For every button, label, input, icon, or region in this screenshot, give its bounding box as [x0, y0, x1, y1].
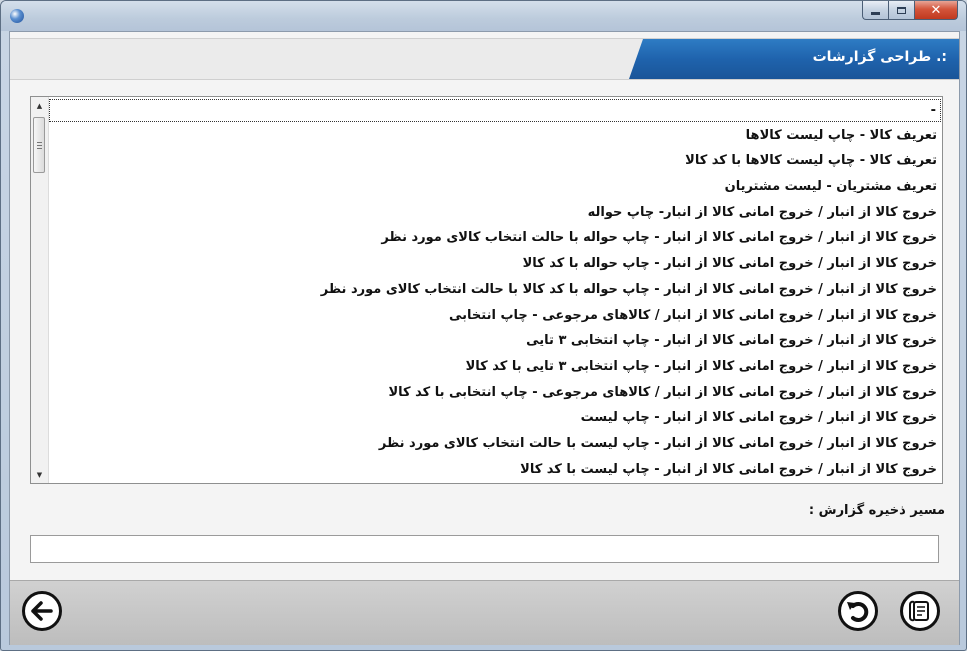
minimize-icon — [871, 11, 880, 15]
list-item[interactable]: خروج کالا از انبار / خروج امانی کالا از … — [49, 405, 941, 431]
minimize-button[interactable] — [862, 1, 888, 20]
list-item[interactable]: خروج کالا از انبار / خروج امانی کالا از … — [49, 431, 941, 457]
thumb-grip — [37, 145, 42, 146]
list-scrollbar[interactable]: ▲ ▼ — [31, 97, 49, 483]
title-bar[interactable]: ✕ — [1, 1, 966, 31]
scroll-thumb[interactable] — [33, 117, 45, 173]
back-button[interactable] — [22, 591, 62, 631]
dialog-client-area: :. طراحی گزارشات ▲ ▼ - تعریف کالا - چاپ … — [9, 31, 960, 645]
header-title-box: :. طراحی گزارشات — [629, 39, 959, 79]
save-path-label: مسیر ذخیره گزارش : — [808, 503, 945, 518]
maximize-button[interactable] — [888, 1, 914, 20]
list-item[interactable]: تعریف کالا - چاپ لیست کالاها با کد کالا — [49, 148, 941, 174]
list-item[interactable]: خروج کالا از انبار / خروج امانی کالا از … — [49, 277, 941, 303]
arrow-left-icon — [31, 601, 53, 621]
list-item[interactable]: خروج کالا از انبار / خروج امانی کالا از … — [49, 225, 941, 251]
list-item[interactable]: خروج کالا از انبار / خروج امانی کالا از … — [49, 328, 941, 354]
report-design-button[interactable] — [900, 591, 940, 631]
scroll-up-arrow-icon[interactable]: ▲ — [31, 97, 48, 114]
maximize-icon — [897, 6, 906, 14]
list-item[interactable]: تعریف کالا - چاپ لیست کالاها — [49, 123, 941, 149]
list-item[interactable]: خروج کالا از انبار / خروج امانی کالا از … — [49, 200, 941, 226]
save-path-input[interactable] — [30, 535, 939, 563]
undo-button[interactable] — [838, 591, 878, 631]
close-button[interactable]: ✕ — [914, 1, 958, 20]
report-list[interactable]: ▲ ▼ - تعریف کالا - چاپ لیست کالاها تعریف… — [30, 96, 943, 484]
list-item[interactable]: خروج کالا از انبار / خروج امانی کالا از … — [49, 457, 941, 483]
list-item[interactable]: خروج کالا از انبار / خروج امانی کالا از … — [49, 380, 941, 406]
list-item[interactable]: تعریف مشتریان - لیست مشتریان — [49, 174, 941, 200]
scroll-down-arrow-icon[interactable]: ▼ — [31, 466, 48, 483]
app-icon — [10, 9, 24, 23]
header-band: :. طراحی گزارشات — [10, 38, 959, 80]
undo-icon — [847, 602, 869, 622]
list-item[interactable]: خروج کالا از انبار / خروج امانی کالا از … — [49, 251, 941, 277]
page-title: :. طراحی گزارشات — [812, 49, 947, 65]
thumb-grip — [37, 148, 42, 149]
bottom-toolbar — [10, 580, 959, 645]
list-item[interactable]: خروج کالا از انبار / خروج امانی کالا از … — [49, 354, 941, 380]
close-icon: ✕ — [930, 2, 942, 18]
list-item[interactable]: خروج کالا از انبار / خروج امانی کالا از … — [49, 303, 941, 329]
report-list-items: - تعریف کالا - چاپ لیست کالاها تعریف کال… — [49, 97, 941, 483]
application-window: ✕ :. طراحی گزارشات ▲ ▼ - تعریف کالا - چا… — [0, 0, 967, 651]
thumb-grip — [37, 142, 42, 143]
report-design-icon — [909, 600, 929, 622]
list-item[interactable]: - — [49, 99, 941, 122]
window-controls: ✕ — [862, 1, 958, 21]
